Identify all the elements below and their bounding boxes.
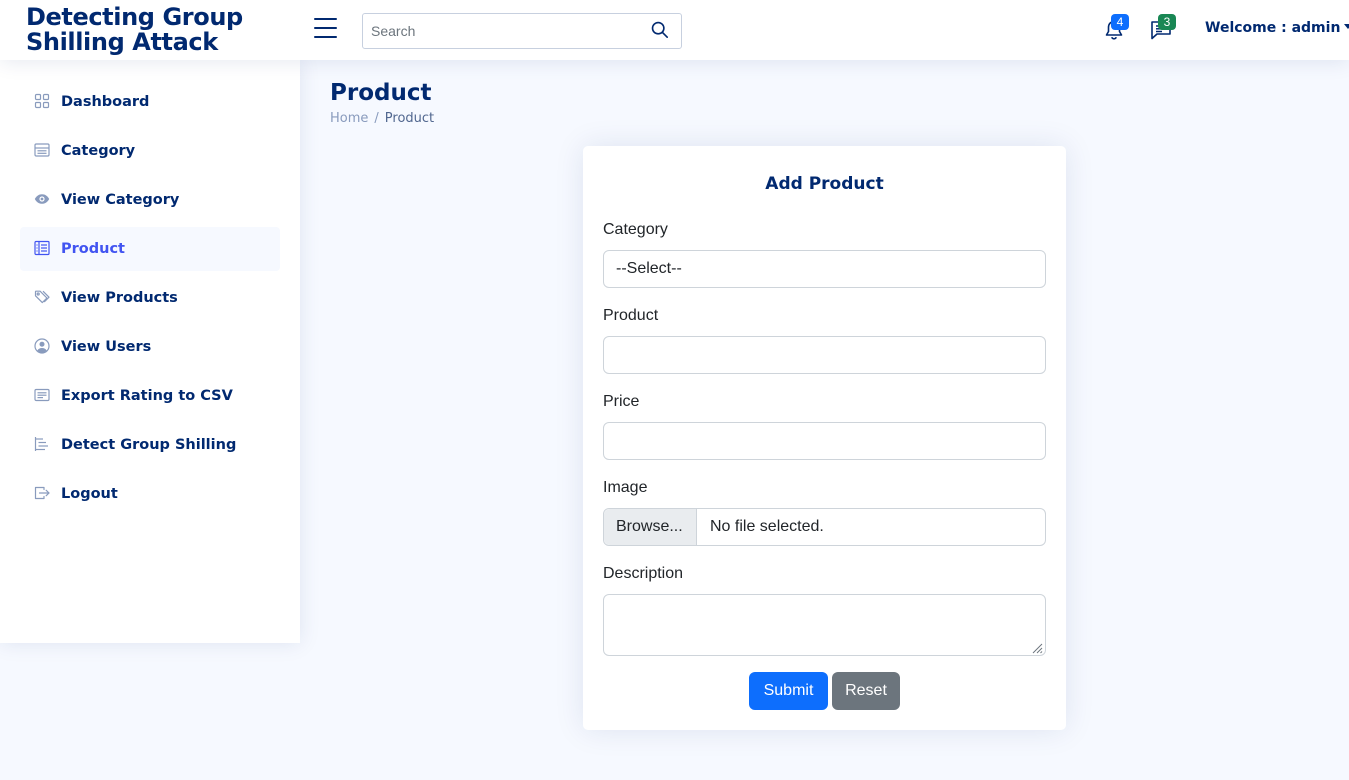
sidebar-item-export-rating[interactable]: Export Rating to CSV (20, 374, 280, 418)
sidebar-item-category[interactable]: Category (20, 129, 280, 173)
sidebar-item-label: View Users (61, 339, 152, 355)
description-textarea[interactable] (603, 594, 1046, 656)
price-label: Price (603, 393, 640, 410)
logo-line-1: Detecting Group (26, 3, 243, 31)
box-arrow-right-icon (34, 485, 52, 503)
resize-grip-icon[interactable] (1031, 641, 1043, 654)
logo-line-2: Shilling Attack (26, 28, 218, 56)
grid-icon (34, 93, 52, 111)
caret-down-icon (1344, 24, 1349, 29)
browse-button[interactable]: Browse... (604, 509, 697, 545)
product-label: Product (603, 307, 659, 324)
profile-dropdown[interactable]: Welcome : admin (1205, 20, 1349, 36)
sidebar-item-logout[interactable]: Logout (20, 472, 280, 516)
messages-button[interactable]: 3 (1147, 14, 1177, 44)
search-input[interactable] (363, 14, 643, 48)
breadcrumb-separator: / (374, 111, 379, 126)
breadcrumb: Home / Product (330, 111, 434, 126)
price-field-wrapper (603, 422, 1046, 460)
search-bar (362, 13, 682, 49)
layout-text-window-icon (34, 142, 52, 160)
sidebar: Dashboard Category View Category Product… (0, 60, 300, 643)
sidebar-item-label: Product (61, 241, 125, 257)
image-file-input[interactable]: Browse... No file selected. (603, 508, 1046, 546)
top-header: Detecting Group Shilling Attack 4 3 Welc… (0, 0, 1349, 60)
card-text-icon (34, 387, 52, 405)
sidebar-item-view-products[interactable]: View Products (20, 276, 280, 320)
sidebar-item-label: Category (61, 143, 136, 159)
hamburger-menu-icon[interactable] (314, 18, 338, 42)
sidebar-item-label: View Category (61, 192, 180, 208)
sidebar-item-label: Export Rating to CSV (61, 388, 233, 404)
product-input[interactable] (604, 337, 1045, 373)
list-columns-icon (34, 240, 52, 258)
messages-badge: 3 (1158, 14, 1176, 30)
sidebar-item-product[interactable]: Product (20, 227, 280, 271)
welcome-text: Welcome : admin (1205, 20, 1341, 36)
sidebar-item-view-category[interactable]: View Category (20, 178, 280, 222)
breadcrumb-home-link[interactable]: Home (330, 111, 368, 126)
sidebar-item-view-users[interactable]: View Users (20, 325, 280, 369)
sidebar-item-detect-group-shilling[interactable]: Detect Group Shilling (20, 423, 280, 467)
add-product-card: Add Product Category --Select-- Product … (583, 146, 1066, 730)
person-circle-icon (34, 338, 52, 356)
submit-button[interactable]: Submit (749, 672, 828, 710)
sidebar-item-dashboard[interactable]: Dashboard (20, 80, 280, 124)
sidebar-item-label: Dashboard (61, 94, 150, 110)
notifications-button[interactable]: 4 (1100, 14, 1130, 44)
category-selected-value: --Select-- (616, 260, 682, 277)
tags-icon (34, 289, 52, 307)
description-label: Description (603, 565, 684, 582)
breadcrumb-current: Product (384, 111, 435, 126)
card-title: Add Product (765, 174, 884, 194)
search-icon[interactable] (651, 21, 671, 41)
file-status-text: No file selected. (710, 518, 824, 535)
notifications-badge: 4 (1111, 14, 1129, 30)
image-label: Image (603, 479, 648, 496)
eye-icon (34, 191, 52, 209)
category-select[interactable]: --Select-- (603, 250, 1046, 288)
price-input[interactable] (604, 423, 1045, 459)
product-field-wrapper (603, 336, 1046, 374)
page-title: Product (330, 80, 432, 106)
sidebar-item-label: Detect Group Shilling (61, 437, 237, 453)
app-logo[interactable]: Detecting Group Shilling Attack (26, 5, 256, 55)
sidebar-item-label: Logout (61, 486, 118, 502)
reset-button[interactable]: Reset (832, 672, 900, 710)
category-label: Category (603, 221, 668, 238)
list-nested-icon (34, 436, 52, 454)
sidebar-item-label: View Products (61, 290, 178, 306)
